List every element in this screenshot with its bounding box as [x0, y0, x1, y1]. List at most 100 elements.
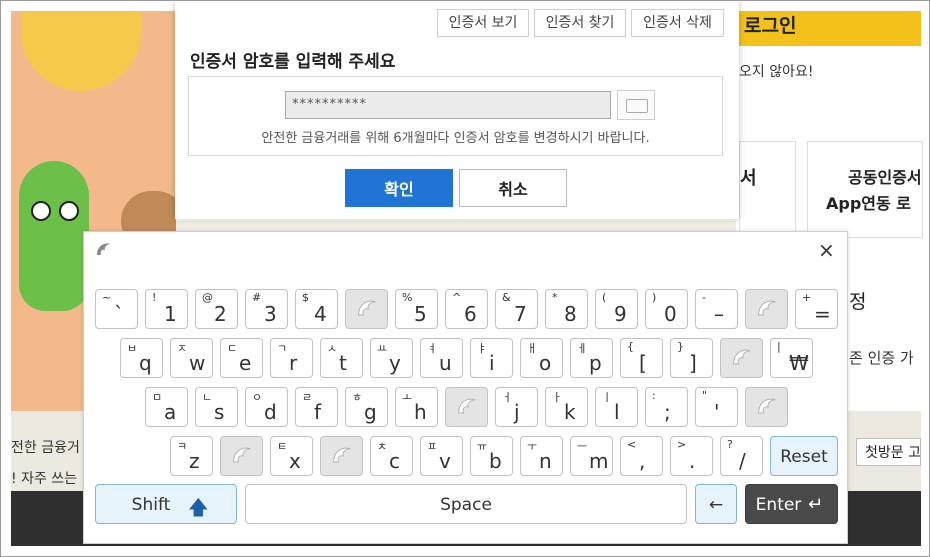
- key-main-char: p: [589, 351, 602, 375]
- key-z[interactable]: ㅋz: [170, 436, 213, 476]
- key-x[interactable]: ㅌx: [270, 436, 313, 476]
- key-main-char: ]: [689, 351, 697, 375]
- blank-key[interactable]: [220, 436, 263, 476]
- find-certificate-button[interactable]: 인증서 찾기: [534, 9, 626, 37]
- key-,[interactable]: <,: [620, 436, 663, 476]
- key-y[interactable]: ㅛy: [370, 338, 413, 378]
- close-icon[interactable]: ×: [818, 240, 835, 260]
- key-t[interactable]: ㅅt: [320, 338, 363, 378]
- key-q[interactable]: ㅂq: [120, 338, 163, 378]
- login-option-box[interactable]: 서: [739, 141, 796, 238]
- key-shift-char: +: [802, 291, 812, 304]
- key-0[interactable]: ) 0: [645, 289, 688, 329]
- key-main-char: a: [164, 400, 177, 424]
- key-m[interactable]: ㅡm: [570, 436, 613, 476]
- password-input[interactable]: **********: [285, 91, 611, 119]
- key-2[interactable]: @2: [195, 289, 238, 329]
- key-–[interactable]: - –: [695, 289, 738, 329]
- key-main-char: 1: [164, 302, 177, 326]
- key-;[interactable]: :;: [645, 387, 688, 427]
- key-w[interactable]: ㅈw: [170, 338, 213, 378]
- backspace-key[interactable]: ←: [695, 484, 737, 524]
- space-key[interactable]: Space: [245, 484, 687, 524]
- key-main-char: r: [289, 351, 298, 375]
- enter-key[interactable]: Enter ↵: [745, 484, 838, 524]
- key-a[interactable]: ㅁa: [145, 387, 188, 427]
- key-shift-char: ㅠ: [477, 440, 488, 453]
- key-main-char: 2: [214, 302, 227, 326]
- virtual-keyboard-icon[interactable]: [617, 90, 655, 120]
- app-link-subtitle: App연동 로: [826, 194, 912, 213]
- key-/[interactable]: ? /: [720, 436, 763, 476]
- key-6[interactable]: ^ 6: [445, 289, 488, 329]
- key-i[interactable]: ㅑi: [470, 338, 513, 378]
- key-=[interactable]: + =: [795, 289, 838, 329]
- key-3[interactable]: #3: [245, 289, 288, 329]
- blank-key[interactable]: [745, 387, 788, 427]
- blank-key[interactable]: [320, 436, 363, 476]
- key-][interactable]: }]: [670, 338, 713, 378]
- shift-key[interactable]: Shift 🡅: [95, 484, 237, 524]
- key-main-char: ,: [639, 449, 646, 473]
- key-p[interactable]: ㅔp: [570, 338, 613, 378]
- cancel-button[interactable]: 취소: [459, 169, 567, 207]
- key-main-char: ': [714, 400, 720, 424]
- first-visit-button[interactable]: 첫방문 고: [856, 438, 921, 466]
- key-₩[interactable]: | ₩: [770, 338, 813, 378]
- dolphin-icon: [758, 300, 776, 316]
- key-shift-char: ㅁ: [152, 391, 163, 404]
- key-j[interactable]: ㅓj: [495, 387, 538, 427]
- key-[[interactable]: {[: [620, 338, 663, 378]
- blank-key[interactable]: [745, 289, 788, 329]
- reset-key[interactable]: Reset: [770, 436, 838, 476]
- key-main-char: o: [539, 351, 552, 375]
- key-g[interactable]: ㅎg: [345, 387, 388, 427]
- key-main-char: 9: [614, 302, 627, 326]
- key-shift-char: >: [677, 438, 687, 451]
- key-shift-char: ㅎ: [352, 391, 363, 404]
- key-v[interactable]: ㅍv: [420, 436, 463, 476]
- key-4[interactable]: $4: [295, 289, 338, 329]
- key-9[interactable]: (9: [595, 289, 638, 329]
- key-u[interactable]: ㅕu: [420, 338, 463, 378]
- key-l[interactable]: ㅣl: [595, 387, 638, 427]
- key-e[interactable]: ㄷe: [220, 338, 263, 378]
- key-shift-char: ㅌ: [277, 440, 288, 453]
- key-b[interactable]: ㅠb: [470, 436, 513, 476]
- side-label: 정: [849, 291, 867, 313]
- key-f[interactable]: ㄹf: [295, 387, 338, 427]
- key-shift-char: ㄱ: [277, 342, 288, 355]
- key-n[interactable]: ㅜn: [520, 436, 563, 476]
- delete-certificate-button[interactable]: 인증서 삭제: [631, 9, 724, 37]
- key-'[interactable]: " ': [695, 387, 738, 427]
- key-d[interactable]: ㅇd: [245, 387, 288, 427]
- key-s[interactable]: ㄴs: [195, 387, 238, 427]
- confirm-button[interactable]: 확인: [345, 169, 453, 207]
- key-shift-char: &: [502, 291, 511, 304]
- key-`[interactable]: ~ `: [95, 289, 138, 329]
- key-.[interactable]: >.: [670, 436, 713, 476]
- key-shift-char: {: [627, 340, 634, 353]
- key-7[interactable]: & 7: [495, 289, 538, 329]
- blank-key[interactable]: [445, 387, 488, 427]
- view-certificate-button[interactable]: 인증서 보기: [437, 9, 529, 37]
- blank-key[interactable]: [345, 289, 388, 329]
- key-5[interactable]: % 5: [395, 289, 438, 329]
- app-link-login-box[interactable]: 공동인증서 App연동 로: [807, 141, 923, 238]
- blank-key[interactable]: [720, 338, 763, 378]
- key-main-char: /: [739, 449, 746, 473]
- key-shift-char: *: [552, 291, 558, 304]
- key-o[interactable]: ㅐo: [520, 338, 563, 378]
- key-k[interactable]: ㅏk: [545, 387, 588, 427]
- dolphin-icon: [758, 398, 776, 414]
- key-1[interactable]: ! 1: [145, 289, 188, 329]
- key-h[interactable]: ㅗh: [395, 387, 438, 427]
- key-r[interactable]: ㄱr: [270, 338, 313, 378]
- key-main-char: u: [439, 351, 452, 375]
- login-option-label: 서: [740, 168, 757, 189]
- key-c[interactable]: ㅊc: [370, 436, 413, 476]
- shift-arrow-icon: 🡅: [188, 495, 209, 519]
- key-shift-char: ㅐ: [527, 342, 538, 355]
- key-main-char: i: [489, 351, 495, 375]
- key-8[interactable]: * 8: [545, 289, 588, 329]
